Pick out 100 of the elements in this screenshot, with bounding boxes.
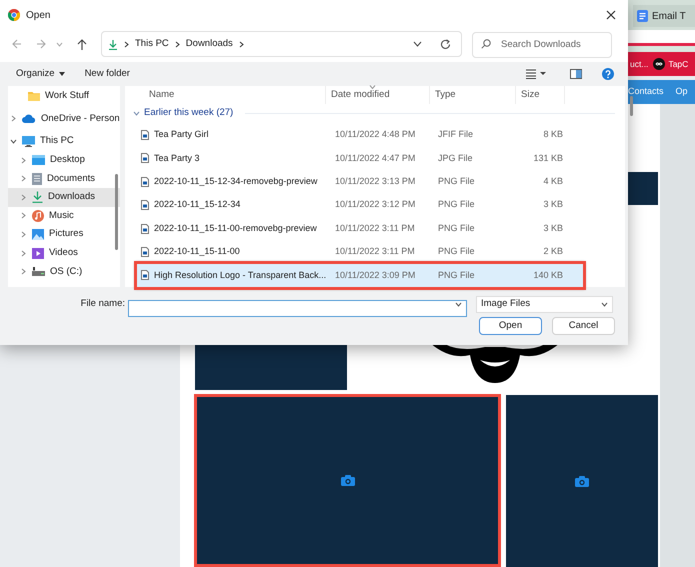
file-name: Tea Party 3 xyxy=(154,152,200,165)
browser-logo-icon xyxy=(8,9,20,21)
file-date: 10/11/2022 3:13 PM xyxy=(334,175,416,188)
preview-pane-icon[interactable] xyxy=(570,69,582,79)
refresh-icon[interactable] xyxy=(440,38,451,50)
chevron-down-icon[interactable] xyxy=(455,302,462,307)
file-row[interactable]: 2022-10-11_15-11-00-removebg-preview 10/11/2022 3:11 PM PNG File 3 KB xyxy=(137,216,583,240)
file-size: 3 KB xyxy=(542,198,563,212)
dialog-button[interactable]: Open xyxy=(479,317,542,335)
image-panel xyxy=(628,172,658,205)
nav-link[interactable]: Contacts xyxy=(628,85,664,99)
chevron-down-icon[interactable] xyxy=(413,41,422,47)
file-date: 10/11/2022 3:12 PM xyxy=(334,198,416,212)
file-name: 2022-10-11_15-11-00-removebg-preview xyxy=(154,222,317,235)
file-size: 2 KB xyxy=(542,245,563,258)
nav-item[interactable]: This PC xyxy=(8,132,120,151)
breadcrumb[interactable]: Downloads xyxy=(186,36,233,52)
scrollbar-thumb[interactable] xyxy=(630,96,633,116)
window-title: Open xyxy=(26,8,50,22)
file-name: 2022-10-11_15-12-34 xyxy=(154,198,240,212)
help-icon[interactable] xyxy=(602,68,614,80)
nav-item[interactable]: Work Stuff xyxy=(8,87,120,106)
dialog-button[interactable]: Cancel xyxy=(552,317,615,335)
file-row[interactable]: Tea Party 3 10/11/2022 4:47 PM JPG File 131 KB xyxy=(137,146,583,170)
brand-link[interactable]: TapC xyxy=(668,58,688,70)
image-file-icon xyxy=(141,176,149,187)
column-header[interactable]: Date modified xyxy=(325,86,429,104)
nav-item[interactable]: OneDrive - Person xyxy=(8,110,120,128)
file-row[interactable]: 2022-10-11_15-12-34 10/11/2022 3:12 PM PNG File 3 KB xyxy=(137,193,583,217)
search-field[interactable]: Search Downloads xyxy=(472,32,612,58)
column-header[interactable]: Size xyxy=(515,86,565,104)
file-date: 10/11/2022 3:09 PM xyxy=(334,268,416,282)
image-file-icon xyxy=(141,130,149,140)
infinity-icon xyxy=(653,58,666,70)
file-date: 10/11/2022 4:47 PM xyxy=(334,152,416,165)
chevron-right-icon[interactable] xyxy=(238,40,244,48)
file-type: PNG File xyxy=(437,268,476,282)
back-arrow-icon[interactable] xyxy=(12,39,22,49)
nav-item[interactable]: Desktop xyxy=(8,150,120,170)
picture-icon xyxy=(32,228,44,240)
file-type-dropdown[interactable]: Image Files xyxy=(476,296,613,313)
browser-tab[interactable]: Email T xyxy=(633,5,695,27)
camera-icon[interactable] xyxy=(575,476,589,486)
nav-item[interactable]: OS (C:) xyxy=(8,262,120,281)
close-icon[interactable] xyxy=(606,10,616,20)
file-row[interactable]: High Resolution Logo - Transparent Back... 10/11/2022 3:09 PM PNG File 140 KB xyxy=(137,264,583,287)
download-icon xyxy=(108,38,118,50)
document-icon xyxy=(637,10,648,22)
file-row[interactable]: 2022-10-11_15-12-34-removebg-preview 10/11/2022 3:13 PM PNG File 4 KB xyxy=(137,170,583,194)
file-size: 140 KB xyxy=(532,268,563,282)
file-size: 131 KB xyxy=(532,152,563,165)
breadcrumb[interactable]: This PC xyxy=(135,36,169,52)
chevron-right-icon xyxy=(174,40,180,48)
chevron-down-icon[interactable] xyxy=(10,138,17,144)
file-name-field[interactable] xyxy=(128,300,467,316)
nav-item[interactable]: Documents xyxy=(8,169,120,188)
file-row[interactable]: Tea Party Girl 10/11/2022 4:48 PM JFIF File 8 KB xyxy=(137,123,583,147)
file-type: PNG File xyxy=(437,222,476,235)
forward-arrow-icon[interactable] xyxy=(36,39,46,49)
file-name: 2022-10-11_15-12-34-removebg-preview xyxy=(154,175,318,188)
file-size: 8 KB xyxy=(542,128,563,142)
up-arrow-icon[interactable] xyxy=(77,38,87,50)
column-header[interactable]: Type xyxy=(429,86,515,104)
file-type: PNG File xyxy=(437,175,476,188)
file-type: PNG File xyxy=(437,245,476,258)
toolbar-button[interactable]: Organize xyxy=(16,66,65,82)
image-file-icon xyxy=(141,200,149,210)
image-file-icon xyxy=(141,270,149,280)
file-date: 10/11/2022 3:11 PM xyxy=(334,222,416,235)
nav-link[interactable]: Op xyxy=(676,85,688,99)
file-size: 3 KB xyxy=(542,222,563,235)
chevron-down-icon xyxy=(133,111,140,116)
nav-item[interactable]: Downloads xyxy=(8,188,120,207)
nav-item[interactable]: Pictures xyxy=(8,225,120,244)
video-icon xyxy=(32,248,44,259)
header-band xyxy=(628,46,695,52)
cloud-icon xyxy=(22,114,36,124)
toolbar-button[interactable]: New folder xyxy=(84,66,130,82)
group-header[interactable]: Earlier this week (27) xyxy=(125,104,625,124)
menu-item[interactable]: uct... xyxy=(630,58,648,70)
music-note-icon xyxy=(32,210,44,222)
image-file-icon xyxy=(141,224,149,234)
dropdown-triangle-icon xyxy=(58,72,65,76)
view-options-icon[interactable] xyxy=(526,70,546,79)
file-type: JPG File xyxy=(437,152,474,165)
image-file-icon xyxy=(141,153,149,164)
chevron-down-icon xyxy=(601,302,608,307)
search-icon xyxy=(481,39,491,49)
address-bar[interactable]: This PC Downloads xyxy=(101,31,462,57)
image-file-icon xyxy=(141,246,149,257)
nav-item[interactable]: Videos xyxy=(8,244,120,262)
field-label: File name: xyxy=(80,297,126,312)
chevron-right-icon xyxy=(124,40,129,48)
tab-label: Email T xyxy=(652,10,686,24)
file-row[interactable]: 2022-10-11_15-11-00 10/11/2022 3:11 PM PNG File 2 KB xyxy=(137,240,583,264)
column-header[interactable]: Name xyxy=(125,86,325,104)
file-size: 4 KB xyxy=(542,175,563,188)
nav-item[interactable]: Music xyxy=(8,206,120,226)
camera-icon[interactable] xyxy=(340,475,354,486)
scrollbar-thumb[interactable] xyxy=(115,174,118,250)
